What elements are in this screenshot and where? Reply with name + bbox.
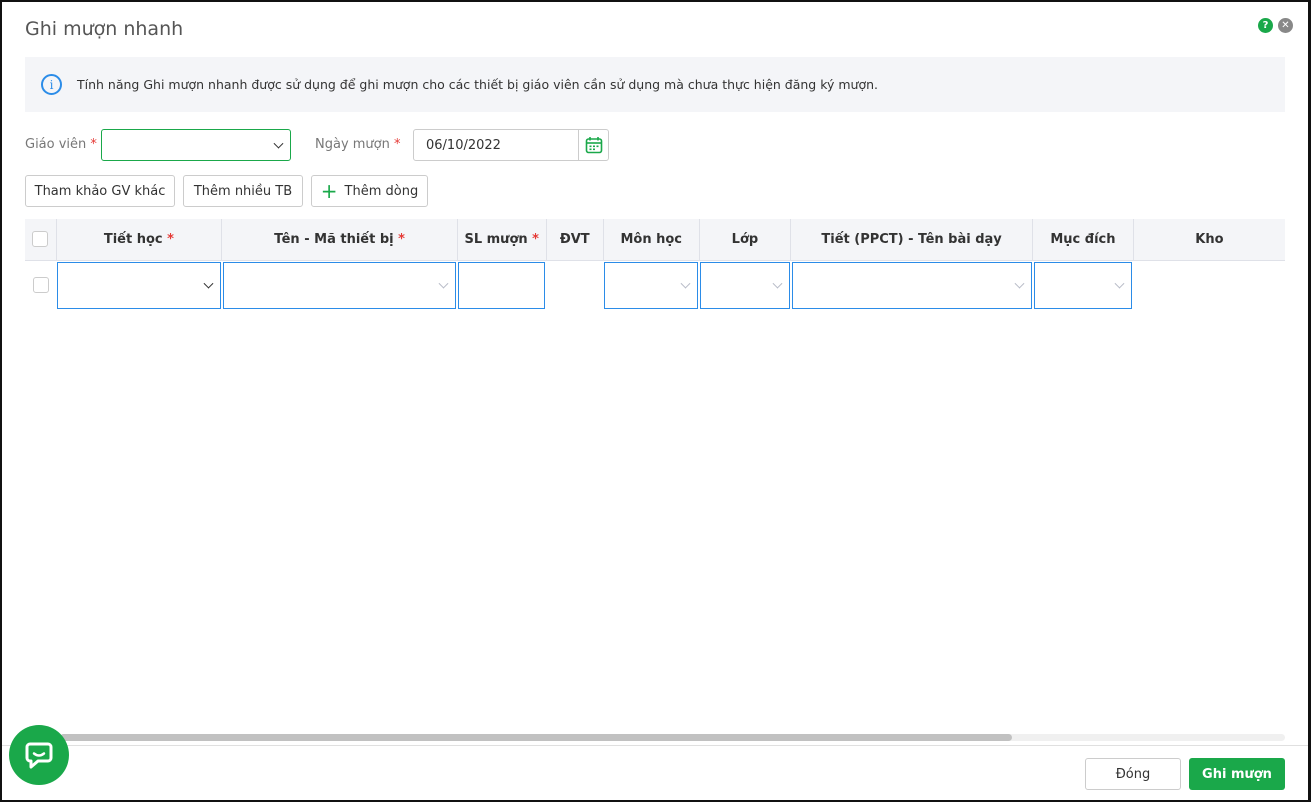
column-header-warehouse: Kho xyxy=(1133,219,1285,261)
teacher-select[interactable] xyxy=(101,129,291,161)
info-text: Tính năng Ghi mượn nhanh được sử dụng để… xyxy=(77,77,879,92)
info-icon: i xyxy=(41,74,62,95)
select-all-cell xyxy=(25,219,57,261)
date-label: Ngày mượn * xyxy=(315,137,401,152)
device-table: Tiết học * Tên - Mã thiết bị * SL mượn *… xyxy=(25,219,1285,309)
chevron-down-icon xyxy=(772,278,783,289)
column-header-class: Lớp xyxy=(699,219,792,261)
table-row xyxy=(25,260,1285,309)
purpose-select[interactable] xyxy=(1033,261,1133,309)
add-many-devices-button[interactable]: Thêm nhiều TB xyxy=(183,175,303,207)
teacher-label: Giáo viên * xyxy=(25,137,97,152)
date-field[interactable]: 06/10/2022 xyxy=(413,129,609,161)
column-header-device: Tên - Mã thiết bị * xyxy=(221,219,458,261)
footer-divider xyxy=(2,745,1308,746)
scrollbar-thumb[interactable] xyxy=(60,734,1012,741)
date-value: 06/10/2022 xyxy=(426,138,501,153)
chevron-down-icon xyxy=(273,138,284,149)
column-header-period: Tiết học * xyxy=(56,219,223,261)
chat-button[interactable] xyxy=(9,725,69,785)
row-checkbox[interactable] xyxy=(32,277,49,293)
chevron-down-icon xyxy=(680,278,691,289)
column-header-purpose: Mục đích xyxy=(1032,219,1134,261)
add-row-label: Thêm dòng xyxy=(344,183,419,199)
column-header-unit: ĐVT xyxy=(546,219,604,261)
subject-select[interactable] xyxy=(604,261,699,309)
period-select[interactable] xyxy=(57,261,221,309)
device-select[interactable] xyxy=(222,261,457,309)
class-select[interactable] xyxy=(700,261,790,309)
submit-borrow-button[interactable]: Ghi mượn xyxy=(1189,758,1285,790)
chevron-down-icon xyxy=(203,278,214,289)
add-row-button[interactable]: + Thêm dòng xyxy=(311,175,428,207)
column-header-lesson: Tiết (PPCT) - Tên bài dạy xyxy=(790,219,1034,261)
calendar-icon[interactable] xyxy=(585,136,603,154)
horizontal-scrollbar[interactable] xyxy=(60,734,1285,741)
info-banner: i Tính năng Ghi mượn nhanh được sử dụng … xyxy=(25,57,1285,112)
column-header-quantity: SL mượn * xyxy=(457,219,547,261)
reference-teacher-button[interactable]: Tham khảo GV khác xyxy=(25,175,175,207)
select-all-checkbox[interactable] xyxy=(32,231,49,248)
chevron-down-icon xyxy=(1114,278,1125,289)
unit-cell xyxy=(546,260,604,309)
column-header-subject: Môn học xyxy=(603,219,700,261)
table-header-row: Tiết học * Tên - Mã thiết bị * SL mượn *… xyxy=(25,219,1285,261)
dialog-frame xyxy=(0,0,1311,802)
close-button[interactable]: Đóng xyxy=(1085,758,1181,790)
plus-icon: + xyxy=(320,179,338,203)
dialog-title: Ghi mượn nhanh xyxy=(25,18,184,40)
chevron-down-icon xyxy=(1014,278,1024,289)
help-icon[interactable]: ? xyxy=(1258,18,1273,33)
close-icon[interactable]: ✕ xyxy=(1278,18,1293,33)
warehouse-cell xyxy=(1133,260,1285,309)
chevron-down-icon xyxy=(438,278,449,289)
lesson-select[interactable] xyxy=(791,261,1032,309)
quantity-input[interactable] xyxy=(458,261,546,309)
chat-icon xyxy=(25,742,53,769)
